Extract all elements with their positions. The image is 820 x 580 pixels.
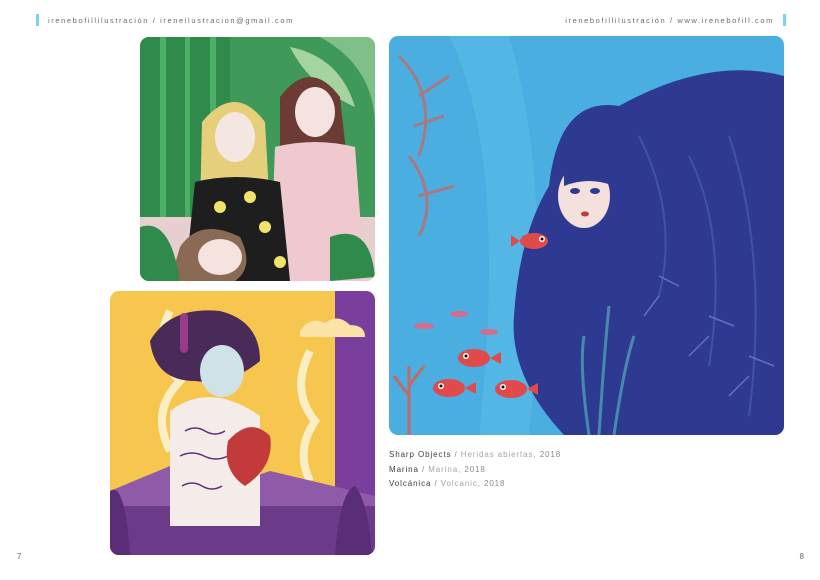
caption-separator: / [434,479,438,488]
caption-row: Marina / Marina, 2018 [389,463,561,478]
illustration-volcanica [110,291,375,555]
header-right-text: irenebofillilustración / www.irenebofill… [565,16,774,25]
caption-row: Volcánica / Volcanic, 2018 [389,477,561,492]
illustration-sharp-objects [140,37,375,281]
caption-year: 2018 [483,479,506,488]
illustration-marina [389,36,784,435]
caption-subtitle: Heridas abiertas, [460,450,537,459]
header-accent-bar-right [783,14,786,26]
caption-separator: / [454,450,458,459]
caption-year: 2018 [464,464,486,474]
caption-title: Marina [389,464,419,474]
header-accent-bar-left [36,14,39,26]
caption-row: Sharp Objects / Heridas abiertas, 2018 [389,448,561,463]
page-number-left: 7 [17,552,22,561]
caption-subtitle: Marina, [428,464,462,474]
page-number-right: 8 [799,552,804,561]
caption-title: Sharp Objects [389,450,452,459]
caption-year: 2018 [539,450,562,459]
caption-subtitle: Volcanic, [440,479,481,488]
header-left-text: irenebofillilustración / ireneilustracio… [48,16,294,25]
caption-title: Volcánica [389,479,432,488]
caption-separator: / [421,464,426,474]
captions: Sharp Objects / Heridas abiertas, 2018 M… [389,448,561,492]
